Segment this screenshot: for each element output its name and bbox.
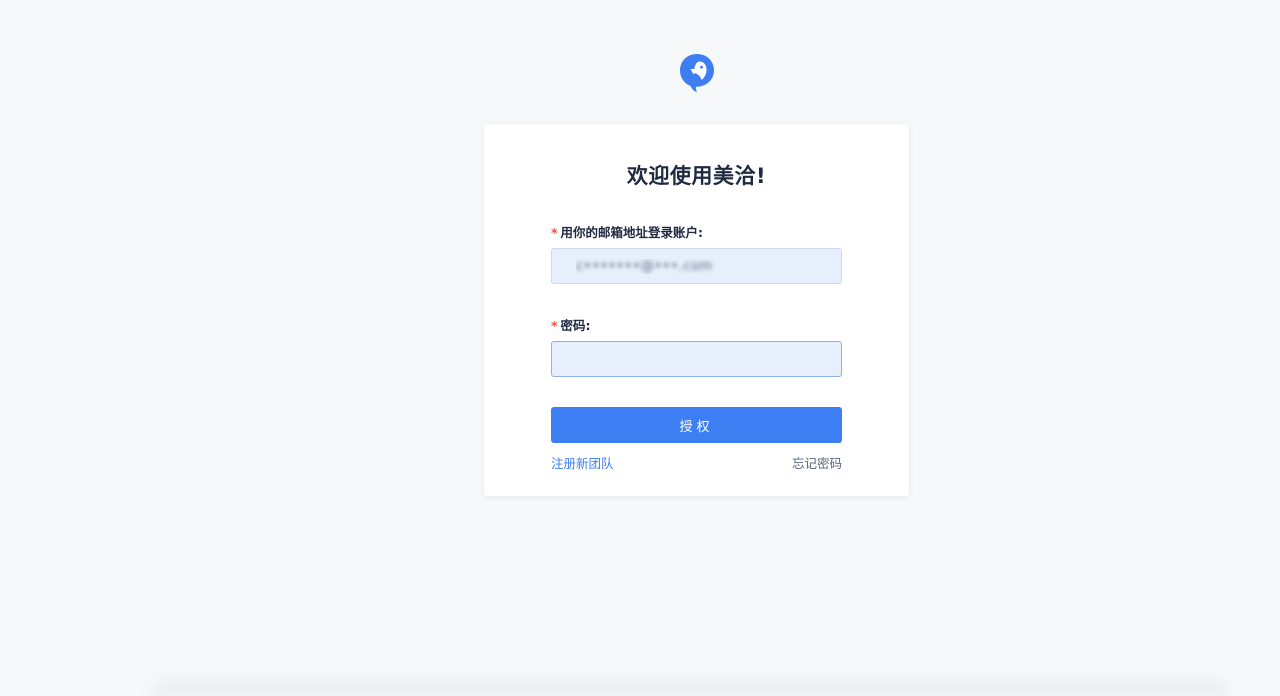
bottom-shadow-decoration xyxy=(150,670,1230,696)
forgot-password-link[interactable]: 忘记密码 xyxy=(792,453,842,472)
register-team-link[interactable]: 注册新团队 xyxy=(551,453,614,472)
password-field[interactable] xyxy=(551,341,842,377)
password-label: * 密码: xyxy=(551,315,591,334)
required-mark: * xyxy=(551,318,558,333)
email-label-text: 用你的邮箱地址登录账户: xyxy=(560,225,704,240)
authorize-button[interactable]: 授权 xyxy=(551,407,842,443)
email-label: * 用你的邮箱地址登录账户: xyxy=(551,222,703,241)
login-card: 欢迎使用美洽! *用你的邮箱地址登录账户: *密码: 授权 注册新团队 忘记密码 xyxy=(484,124,909,496)
page-title: 欢迎使用美洽! xyxy=(626,164,767,188)
bird-chat-bubble-icon xyxy=(680,54,714,92)
required-mark: * xyxy=(551,225,558,240)
password-label-text: 密码: xyxy=(560,318,591,333)
login-page: 欢迎使用美洽! *用你的邮箱地址登录账户: *密码: 授权 注册新团队 忘记密码 xyxy=(0,0,1280,696)
email-field[interactable] xyxy=(551,248,842,284)
